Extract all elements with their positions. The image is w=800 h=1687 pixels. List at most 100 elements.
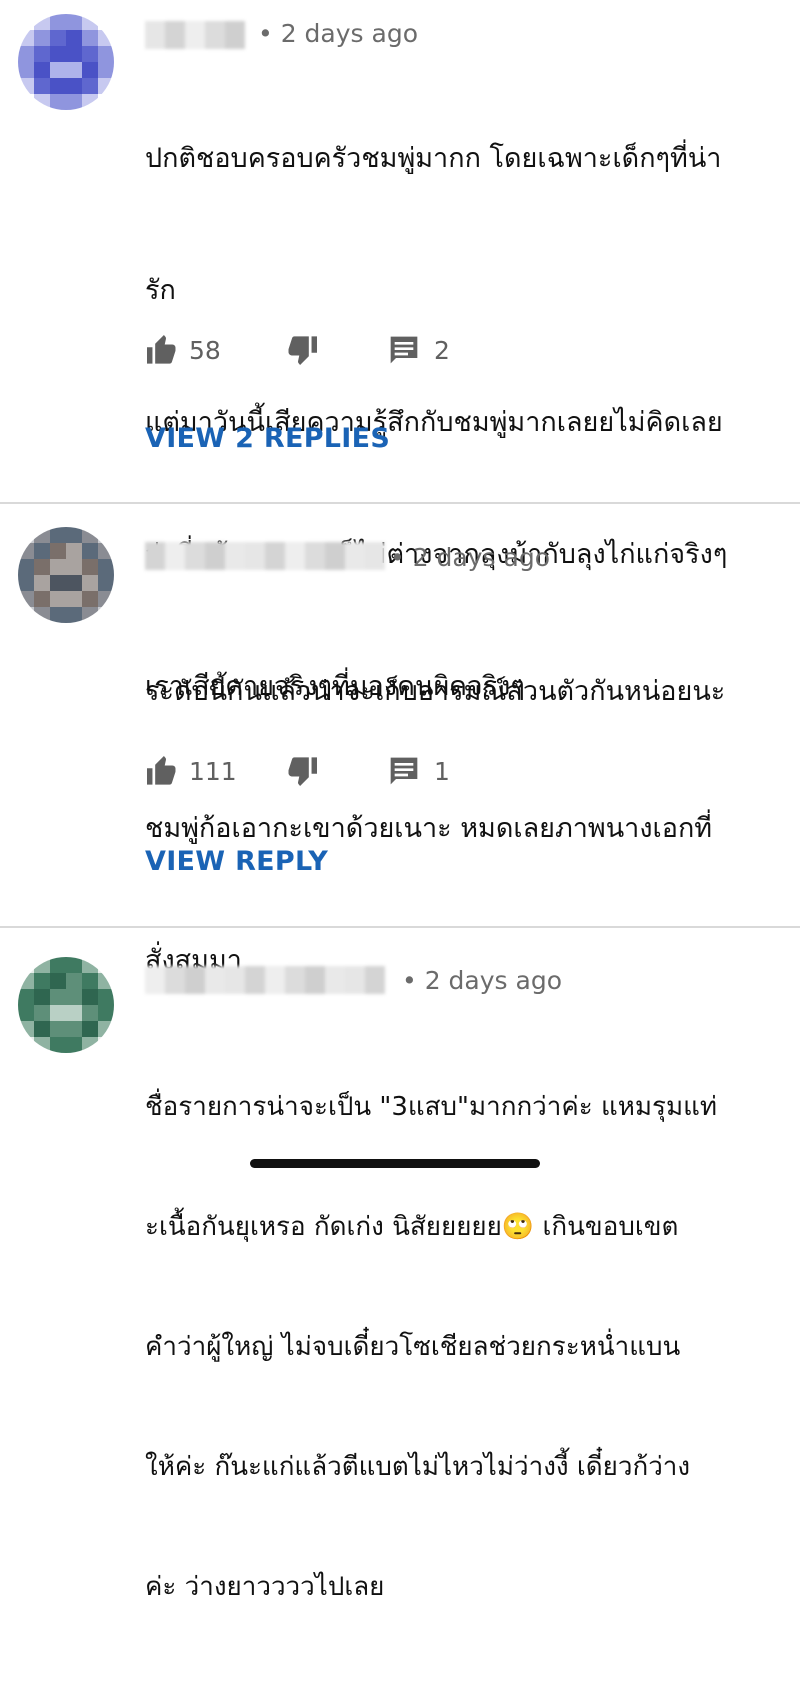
reply-button[interactable]: 2 [388, 330, 450, 370]
username-blurred[interactable] [145, 963, 385, 997]
username-blurred[interactable] [145, 539, 385, 573]
username-pixel [325, 542, 345, 570]
avatar-pixel [66, 527, 82, 543]
username-pixel [345, 966, 365, 994]
username-pixel [245, 966, 265, 994]
username-pixel [185, 966, 205, 994]
dislike-button[interactable] [285, 330, 319, 370]
avatar-pixel [98, 62, 114, 78]
avatar-pixel [18, 591, 34, 607]
username-pixel [265, 542, 285, 570]
avatar-pixel [18, 30, 34, 46]
avatar-pixel [34, 957, 50, 973]
comment-timestamp: • 2 days ago [258, 19, 418, 48]
comment-line: ให้ค่ะ ก๊นะแก่แล้วตีแบตไม่ไหวไม่ว่างงี้ … [145, 1452, 691, 1482]
avatar[interactable] [18, 957, 114, 1053]
comment-actions: 58 2 [145, 330, 545, 370]
avatar-pixel [82, 543, 98, 559]
comment-line: รัก [145, 275, 176, 306]
avatar-pixel [18, 559, 34, 575]
dislike-button[interactable] [285, 751, 319, 791]
avatar-pixel [66, 94, 82, 110]
username-pixel [205, 966, 225, 994]
avatar-pixel [50, 14, 66, 30]
avatar-pixel [66, 559, 82, 575]
avatar-pixel [98, 575, 114, 591]
username-pixel [185, 542, 205, 570]
avatar-pixel [50, 575, 66, 591]
avatar-pixel [50, 78, 66, 94]
avatar-pixel [34, 575, 50, 591]
avatar-pixel [34, 46, 50, 62]
home-indicator[interactable] [250, 1159, 540, 1168]
avatar-pixel [82, 30, 98, 46]
username-pixel [205, 542, 225, 570]
avatar-pixel [66, 78, 82, 94]
avatar-pixel [98, 543, 114, 559]
avatar-pixel [50, 973, 66, 989]
avatar-pixel [50, 94, 66, 110]
reply-button[interactable]: 1 [388, 751, 450, 791]
comment-icon [390, 336, 418, 364]
username-pixel [265, 966, 285, 994]
avatar-pixel [34, 14, 50, 30]
reply-count: 1 [434, 756, 450, 786]
avatar-pixel [50, 46, 66, 62]
avatar-pixel [50, 591, 66, 607]
avatar-pixel [34, 559, 50, 575]
comment-text: ชื่อรายการน่าจะเป็น "3แสบ"มากกว่าค่ะ แหม… [145, 1007, 785, 1687]
avatar-pixel [82, 957, 98, 973]
avatar-pixel [82, 46, 98, 62]
view-replies-link[interactable]: VIEW 2 REPLIES [145, 423, 390, 454]
avatar-pixel [66, 46, 82, 62]
view-reply-link[interactable]: VIEW REPLY [145, 846, 328, 877]
username-pixel [245, 542, 265, 570]
avatar-pixel [18, 14, 34, 30]
reply-count: 2 [434, 335, 450, 365]
avatar[interactable] [18, 14, 114, 110]
username-pixel [325, 966, 345, 994]
avatar-pixel [82, 973, 98, 989]
username-pixel [165, 966, 185, 994]
comment-actions: 111 1 [145, 751, 545, 791]
avatar-pixel [82, 78, 98, 94]
avatar-pixel [34, 527, 50, 543]
like-button[interactable]: 111 [145, 751, 237, 791]
like-button[interactable]: 58 [145, 330, 221, 370]
thumbs-up-icon [147, 335, 176, 364]
avatar-pixel [98, 957, 114, 973]
avatar-pixel [34, 591, 50, 607]
comment-timestamp: • 2 days ago [402, 966, 562, 995]
avatar-pixel [98, 1005, 114, 1021]
avatar-pixel [98, 78, 114, 94]
divider [0, 502, 800, 504]
username-pixel [225, 966, 245, 994]
avatar-pixel [66, 30, 82, 46]
username-blurred[interactable] [145, 18, 245, 52]
avatar-pixel [50, 1005, 66, 1021]
thumbs-down-icon [288, 336, 317, 365]
avatar-pixel [18, 62, 34, 78]
username-pixel [165, 542, 185, 570]
avatar-pixel [98, 46, 114, 62]
avatar-pixel [66, 14, 82, 30]
avatar-pixel [18, 957, 34, 973]
like-count: 111 [189, 756, 237, 786]
comment-3: • 2 days ago ชื่อรายการน่าจะเป็น "3แสบ"ม… [0, 929, 800, 1602]
avatar-pixel [82, 14, 98, 30]
username-pixel [185, 21, 205, 49]
avatar-pixel [82, 989, 98, 1005]
avatar-pixel [34, 1005, 50, 1021]
avatar-pixel [98, 591, 114, 607]
avatar-pixel [98, 527, 114, 543]
avatar-pixel [50, 607, 66, 623]
username-pixel [365, 542, 385, 570]
avatar-pixel [66, 989, 82, 1005]
avatar-pixel [18, 973, 34, 989]
avatar-pixel [50, 62, 66, 78]
avatar-pixel [98, 14, 114, 30]
avatar-pixel [66, 591, 82, 607]
avatar[interactable] [18, 527, 114, 623]
avatar-pixel [66, 1021, 82, 1037]
avatar-pixel [50, 527, 66, 543]
